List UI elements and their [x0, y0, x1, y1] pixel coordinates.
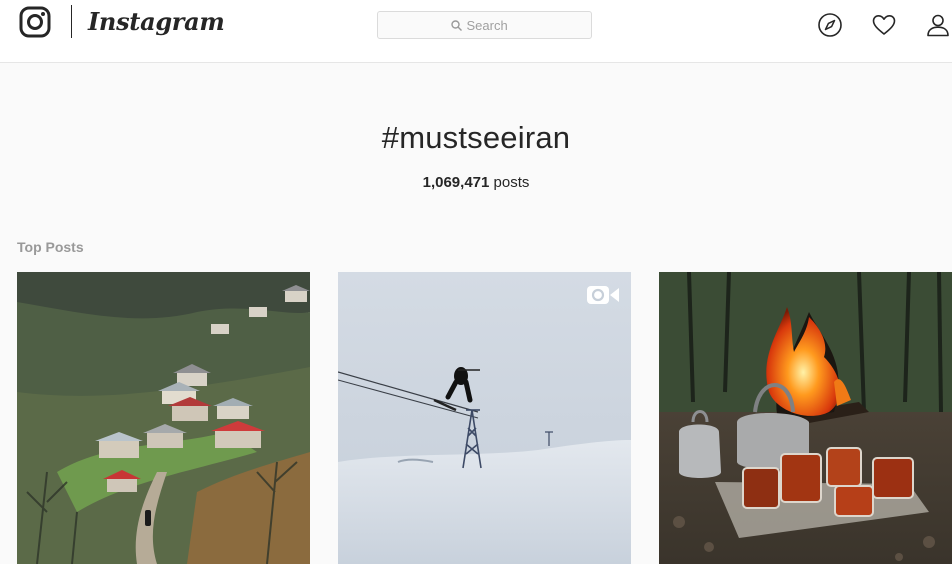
search-icon — [450, 19, 462, 31]
top-posts-label: Top Posts — [17, 239, 84, 255]
post-count-unit: posts — [493, 174, 530, 191]
instagram-camera-icon[interactable] — [19, 6, 51, 38]
heart-icon[interactable] — [871, 12, 897, 38]
post-tile-tea-campfire[interactable] — [659, 272, 952, 564]
hashtag-title: #mustseeiran — [381, 120, 571, 155]
logo-divider — [71, 5, 72, 38]
post-tile-skier[interactable] — [338, 272, 631, 564]
post-count: 1,069,471 posts — [0, 174, 952, 192]
skier-photo — [338, 272, 631, 564]
post-tile-village[interactable] — [17, 272, 310, 564]
search-box[interactable] — [377, 11, 592, 39]
tea-campfire-photo — [659, 272, 952, 564]
user-icon[interactable] — [925, 12, 951, 38]
post-count-number: 1,069,471 — [422, 174, 490, 191]
top-navigation-bar: Instagram — [0, 0, 952, 63]
compass-icon[interactable] — [817, 12, 843, 38]
search-input[interactable] — [466, 17, 519, 33]
instagram-wordmark[interactable]: Instagram — [88, 4, 225, 40]
village-photo — [17, 272, 310, 564]
